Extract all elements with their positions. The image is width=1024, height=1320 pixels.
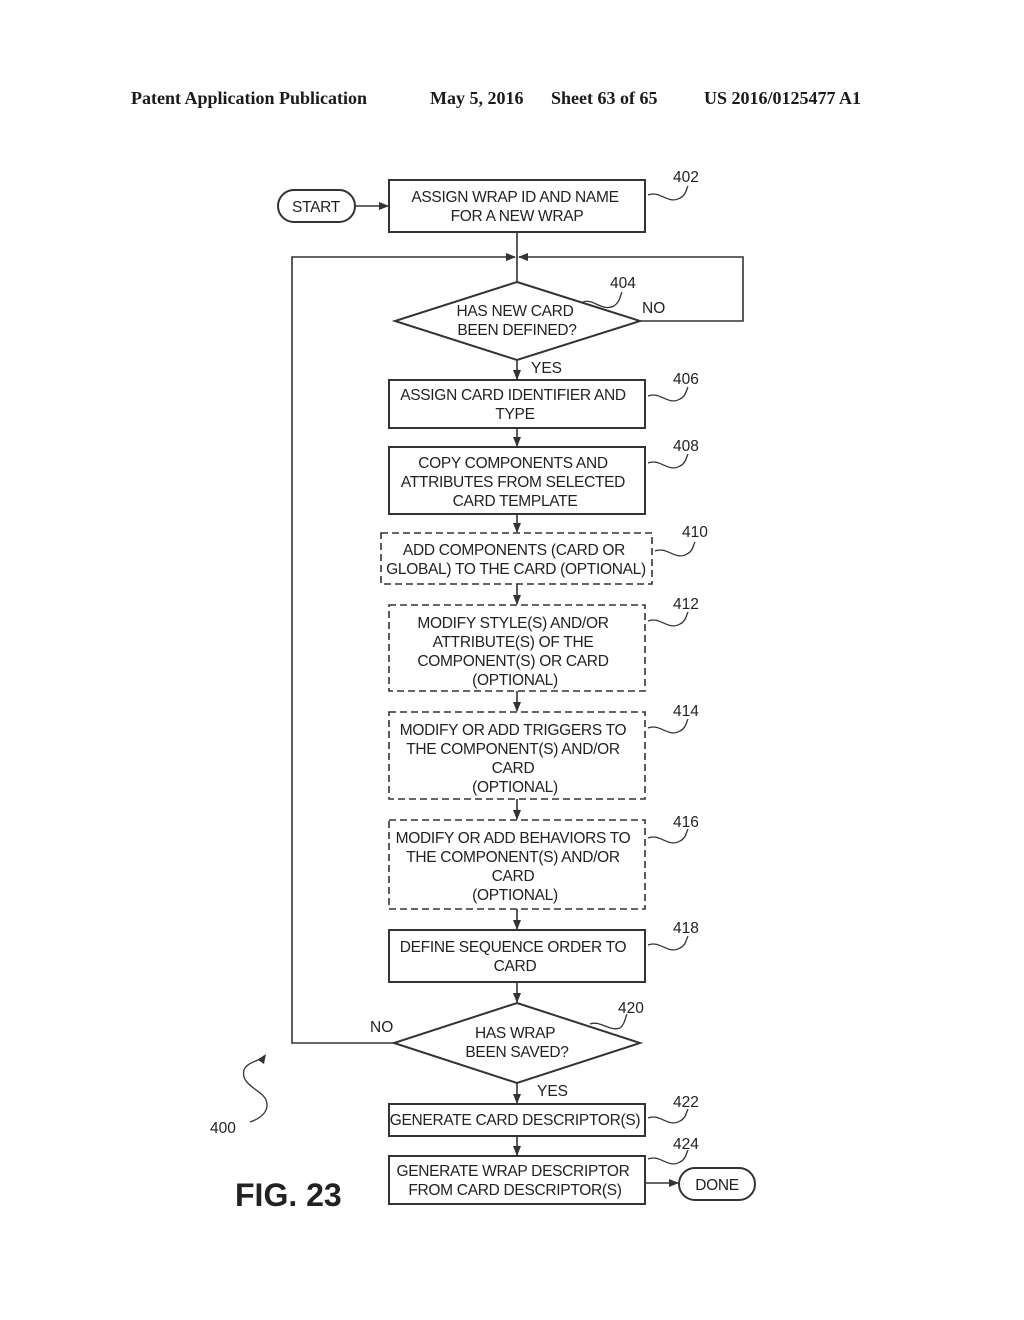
step-412-optional: MODIFY STYLE(S) AND/OR ATTRIBUTE(S) OF T…	[388, 596, 699, 692]
flowchart: START ASSIGN WRAP ID AND NAME FOR A NEW …	[210, 169, 756, 1213]
figure-ref-400: 400	[210, 1054, 268, 1137]
ref-412: 412	[673, 596, 699, 613]
step-422-text: GENERATE CARD DESCRIPTOR(S)	[390, 1112, 641, 1129]
done-terminal: DONE	[678, 1167, 756, 1201]
decision-420: HAS WRAP BEEN SAVED? 420 NO YES	[370, 1000, 644, 1100]
decision-404-no: NO	[642, 300, 665, 317]
decision-404: HAS NEW CARD BEEN DEFINED? 404 NO YES	[391, 275, 665, 377]
step-418: DEFINE SEQUENCE ORDER TO CARD 418	[388, 920, 699, 983]
decision-420-yes: YES	[537, 1083, 568, 1100]
ref-420: 420	[618, 1000, 644, 1017]
step-408: COPY COMPONENTS AND ATTRIBUTES FROM SELE…	[388, 438, 699, 515]
step-422: GENERATE CARD DESCRIPTOR(S) 422	[388, 1094, 699, 1137]
done-label: DONE	[695, 1177, 739, 1194]
decision-404-yes: YES	[531, 360, 562, 377]
ref-416: 416	[673, 814, 699, 831]
figure-label: FIG. 23	[235, 1177, 342, 1213]
ref-414: 414	[673, 703, 699, 720]
ref-418: 418	[673, 920, 699, 937]
step-410-optional: ADD COMPONENTS (CARD OR GLOBAL) TO THE C…	[380, 524, 708, 585]
ref-422: 422	[673, 1094, 699, 1111]
ref-400: 400	[210, 1120, 236, 1137]
start-label: START	[292, 199, 341, 216]
step-402: ASSIGN WRAP ID AND NAME FOR A NEW WRAP 4…	[388, 169, 699, 233]
ref-402: 402	[673, 169, 699, 186]
ref-406: 406	[673, 371, 699, 388]
ref-424: 424	[673, 1136, 699, 1153]
step-424: GENERATE WRAP DESCRIPTOR FROM CARD DESCR…	[388, 1136, 699, 1205]
ref-410: 410	[682, 524, 708, 541]
ref-408: 408	[673, 438, 699, 455]
ref-404: 404	[610, 275, 636, 292]
decision-420-no: NO	[370, 1019, 393, 1036]
step-414-optional: MODIFY OR ADD TRIGGERS TO THE COMPONENT(…	[388, 703, 699, 800]
start-terminal: START	[277, 189, 356, 223]
step-406: ASSIGN CARD IDENTIFIER AND TYPE 406	[388, 371, 699, 429]
step-416-optional: MODIFY OR ADD BEHAVIORS TO THE COMPONENT…	[388, 814, 699, 910]
